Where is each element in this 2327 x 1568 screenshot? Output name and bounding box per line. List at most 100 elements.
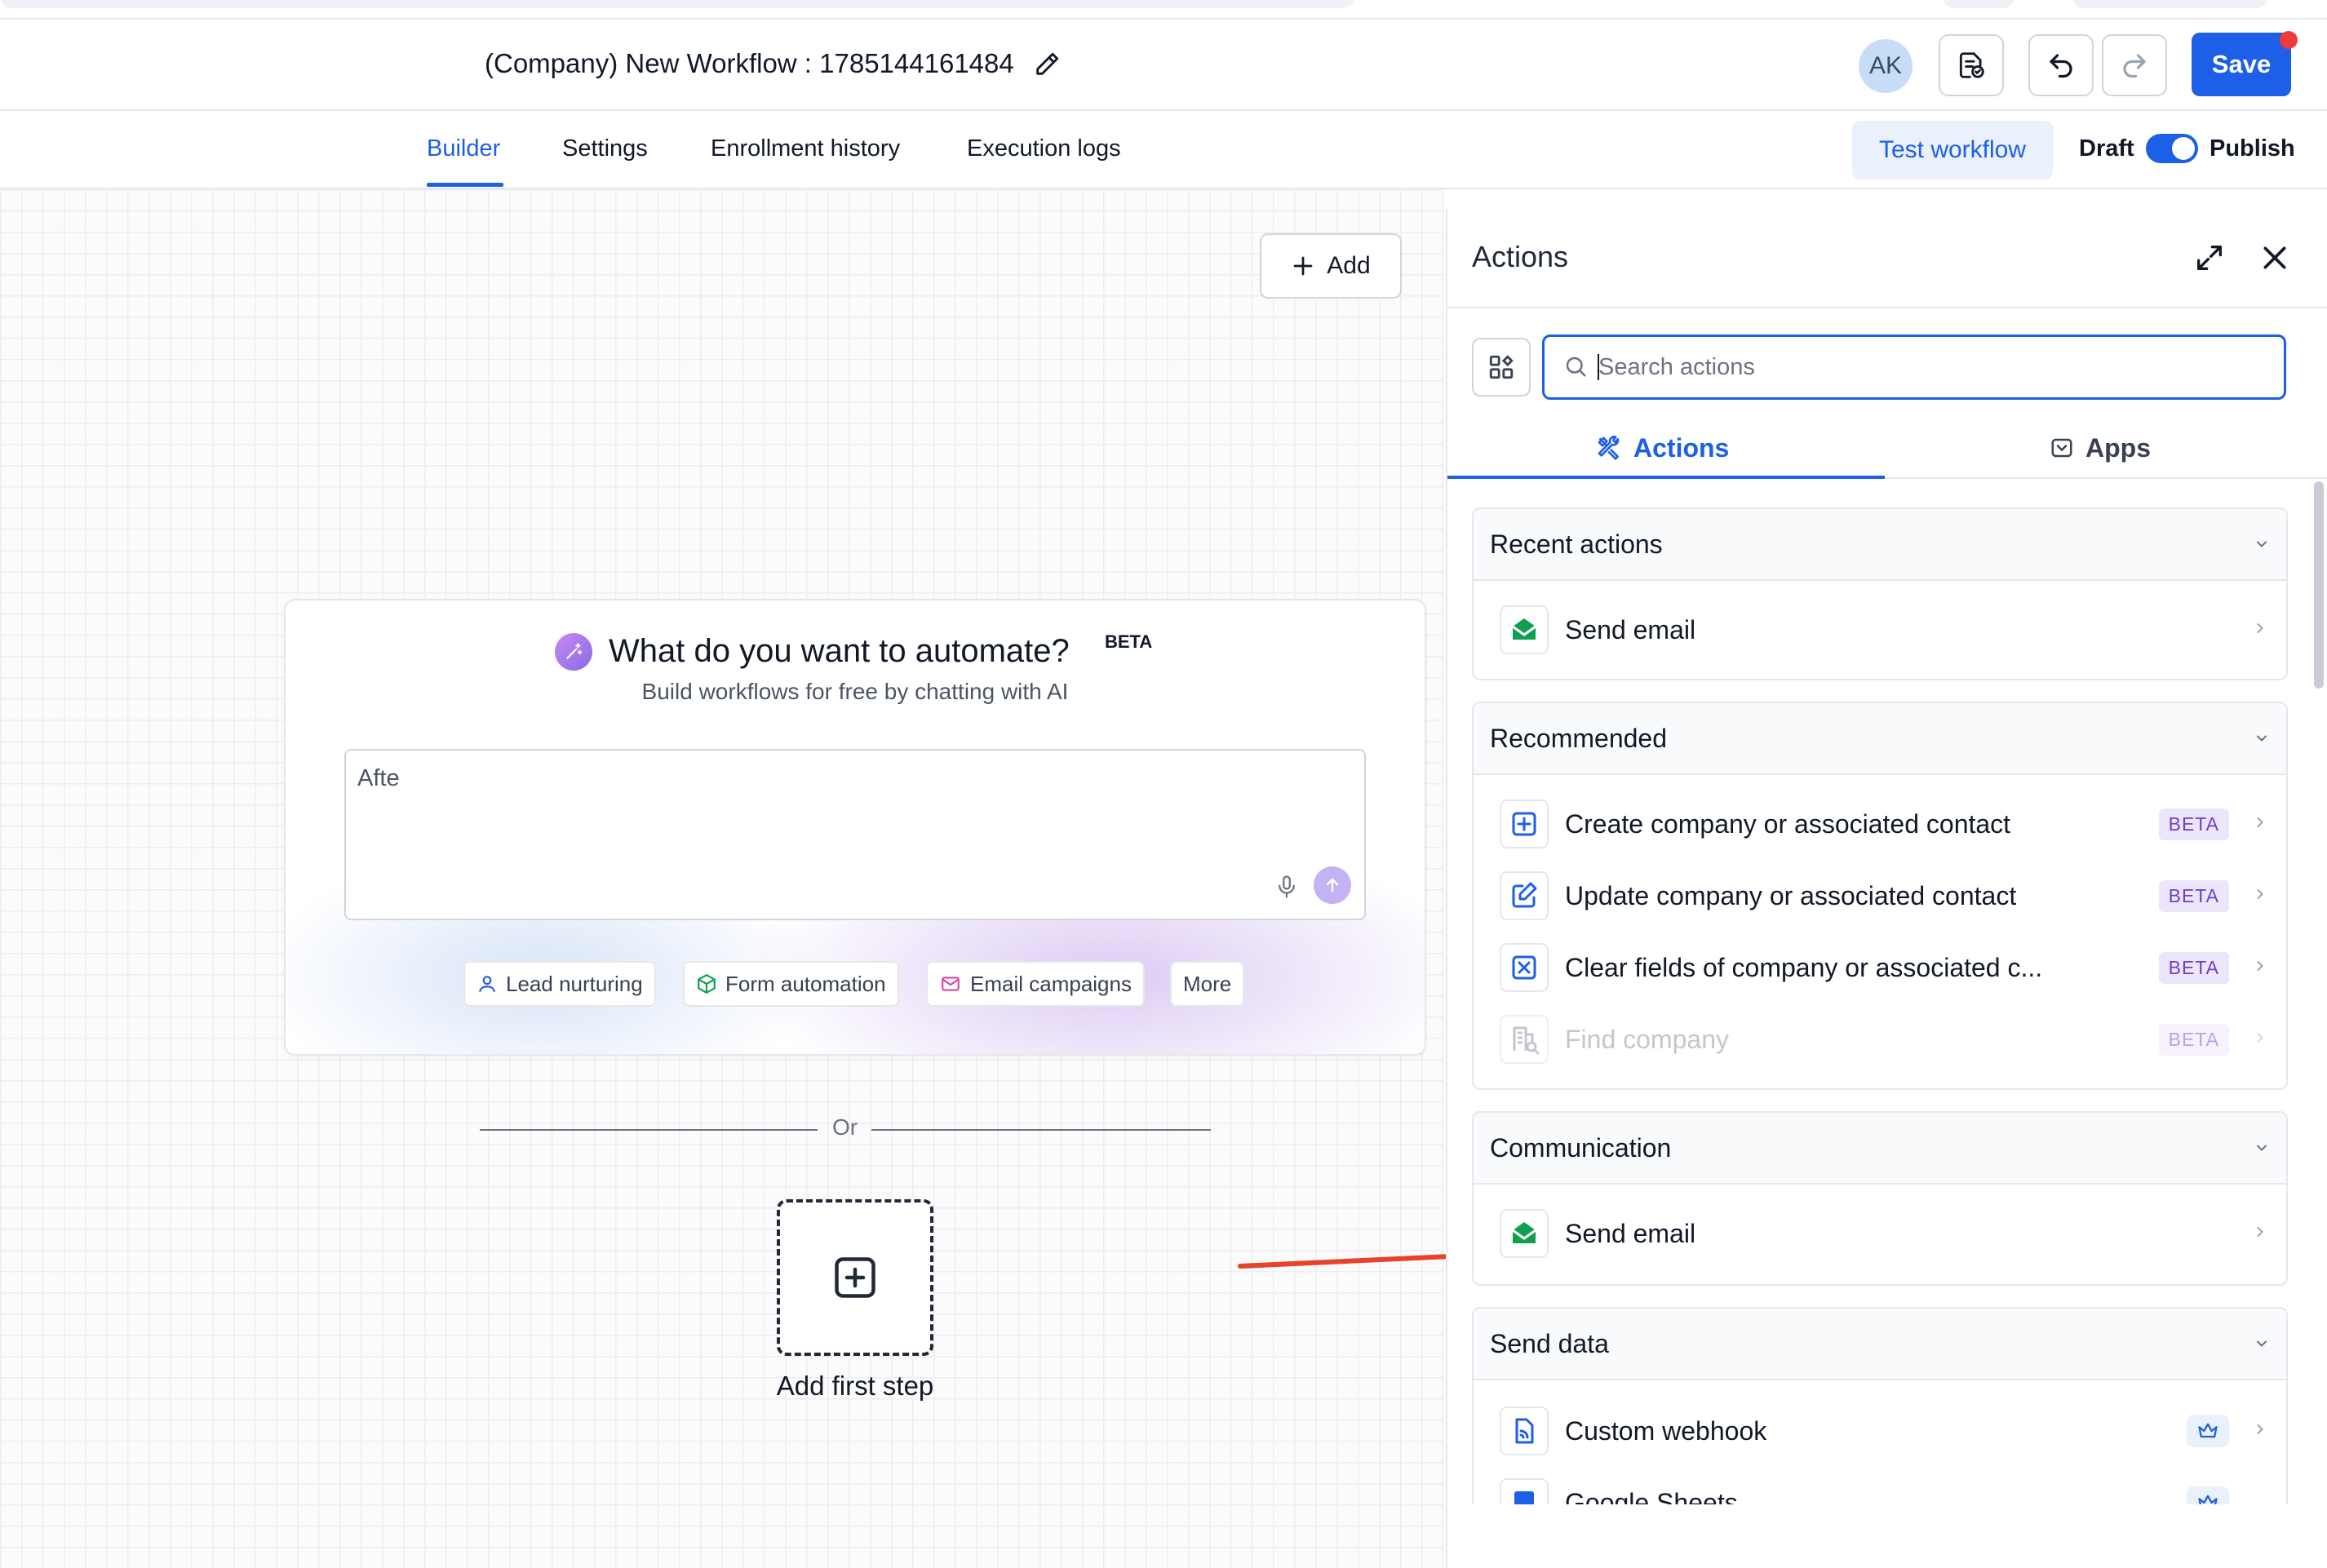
beta-badge: BETA	[2158, 951, 2229, 984]
undo-icon	[2046, 51, 2076, 80]
sheets-icon	[1500, 1478, 1549, 1504]
edit-title-icon[interactable]	[1033, 51, 1061, 78]
document-check-icon	[1956, 50, 1987, 81]
beta-badge: BETA	[2158, 1023, 2229, 1056]
draft-label: Draft	[2079, 135, 2134, 162]
publish-label: Publish	[2210, 135, 2295, 162]
action-create-company[interactable]: Create company or associated contact BET…	[1474, 788, 2286, 860]
actions-list[interactable]: Recent actions Send email Recommended Cr…	[1447, 481, 2312, 1504]
active-panel-tab-indicator	[1447, 476, 1885, 479]
panel-scrollbar[interactable]	[2314, 481, 2324, 689]
chip-email-campaigns[interactable]: Email campaigns	[926, 961, 1145, 1007]
top-strip-bar	[1942, 0, 2015, 8]
publish-toggle[interactable]	[2146, 134, 2198, 163]
grid-icon	[1487, 353, 1515, 381]
clear-square-icon	[1500, 943, 1549, 992]
section-header[interactable]: Recent actions	[1474, 509, 2286, 581]
test-workflow-button[interactable]: Test workflow	[1852, 121, 2053, 179]
chevron-right-icon	[2252, 1030, 2268, 1046]
panel-tab-actions[interactable]: Actions	[1596, 423, 1729, 473]
chevron-right-icon	[2252, 1421, 2268, 1437]
active-tab-indicator	[427, 183, 503, 187]
panel-title: Actions	[1472, 240, 1569, 273]
chip-form-automation[interactable]: Form automation	[683, 961, 899, 1007]
beta-badge: BETA	[2158, 879, 2229, 912]
action-send-email[interactable]: Send email	[1474, 594, 2286, 666]
search-input[interactable]	[1598, 348, 2251, 386]
section-header[interactable]: Recommended	[1474, 703, 2286, 775]
top-strip-bar	[0, 0, 1354, 8]
action-find-company: Find company BETA	[1474, 1003, 2286, 1075]
search-actions-field[interactable]	[1542, 334, 2286, 400]
action-label: Send email	[1565, 614, 1696, 644]
section-recent-actions: Recent actions Send email	[1472, 507, 2288, 680]
mail-icon	[939, 973, 962, 994]
send-email-icon	[1500, 1209, 1549, 1258]
redo-icon	[2120, 51, 2149, 80]
notes-button[interactable]	[1939, 34, 2004, 96]
tab-settings[interactable]: Settings	[562, 132, 648, 165]
chip-lead-nurturing[interactable]: Lead nurturing	[463, 961, 656, 1007]
chevron-right-icon	[2252, 886, 2268, 902]
categories-button[interactable]	[1472, 338, 1531, 396]
ai-prompt-input[interactable]	[344, 749, 1366, 920]
tab-execution-logs[interactable]: Execution logs	[967, 132, 1121, 165]
chip-label: More	[1183, 971, 1232, 996]
add-button[interactable]: Add	[1260, 233, 1402, 299]
tools-icon	[1596, 435, 1622, 461]
save-button[interactable]: Save	[2192, 33, 2291, 96]
ai-prompt-text: Afte	[357, 765, 400, 791]
add-first-step-button[interactable]	[777, 1199, 933, 1356]
chevron-down-icon	[2254, 1335, 2270, 1352]
panel-tab-label: Actions	[1633, 432, 1730, 463]
action-label: Create company or associated contact	[1565, 808, 2011, 839]
workflow-title: (Company) New Workflow : 1785144161484	[485, 48, 1014, 78]
chip-label: Form automation	[725, 971, 886, 996]
chip-more[interactable]: More	[1170, 961, 1245, 1007]
user-icon	[476, 973, 498, 994]
tab-enrollment-history[interactable]: Enrollment history	[711, 132, 900, 165]
action-label: Clear fields of company or associated c.…	[1565, 952, 2043, 982]
premium-crown-icon	[2187, 1415, 2229, 1447]
edit-icon	[1500, 871, 1549, 920]
browser-top-strip	[0, 0, 2327, 20]
plus-icon	[1291, 254, 1315, 278]
panel-tab-apps[interactable]: Apps	[2050, 423, 2151, 473]
chevron-down-icon	[2254, 536, 2270, 552]
action-update-company[interactable]: Update company or associated contact BET…	[1474, 860, 2286, 932]
action-custom-webhook[interactable]: Custom webhook	[1474, 1395, 2286, 1467]
or-separator: Or	[832, 1114, 858, 1140]
action-send-email[interactable]: Send email	[1474, 1198, 2286, 1269]
chevron-right-icon	[2252, 814, 2268, 831]
send-email-icon	[1500, 605, 1549, 654]
divider-line	[480, 1129, 818, 1131]
action-clear-fields[interactable]: Clear fields of company or associated c.…	[1474, 932, 2286, 1003]
microphone-icon[interactable]	[1274, 873, 1299, 901]
user-avatar[interactable]: AK	[1859, 39, 1913, 93]
send-prompt-button[interactable]	[1314, 866, 1351, 904]
redo-button[interactable]	[2102, 34, 2167, 96]
chevron-right-icon	[2252, 958, 2268, 974]
section-header[interactable]: Send data	[1474, 1309, 2286, 1380]
apps-icon	[2050, 436, 2074, 460]
action-label: Update company or associated contact	[1565, 880, 2017, 910]
expand-icon[interactable]	[2193, 241, 2226, 274]
chip-label: Lead nurturing	[506, 971, 643, 996]
panel-divider	[1447, 307, 2327, 308]
section-communication: Communication Send email	[1472, 1111, 2288, 1286]
action-google-sheets[interactable]: Google Sheets	[1474, 1467, 2286, 1504]
top-strip-bar	[2072, 0, 2268, 8]
chip-label: Email campaigns	[970, 971, 1132, 996]
undo-button[interactable]	[2028, 34, 2094, 96]
tab-builder[interactable]: Builder	[427, 132, 500, 165]
unsaved-indicator-dot	[2280, 31, 2298, 49]
section-send-data: Send data Custom webhook Google Sheets	[1472, 1307, 2288, 1504]
section-recommended: Recommended Create company or associated…	[1472, 702, 2288, 1090]
action-label: Send email	[1565, 1218, 1696, 1248]
section-header[interactable]: Communication	[1474, 1113, 2286, 1185]
search-icon	[1563, 354, 1588, 379]
webhook-icon	[1500, 1406, 1549, 1455]
arrow-up-icon	[1323, 875, 1342, 895]
close-icon[interactable]	[2258, 241, 2291, 274]
chevron-down-icon	[2254, 730, 2270, 746]
